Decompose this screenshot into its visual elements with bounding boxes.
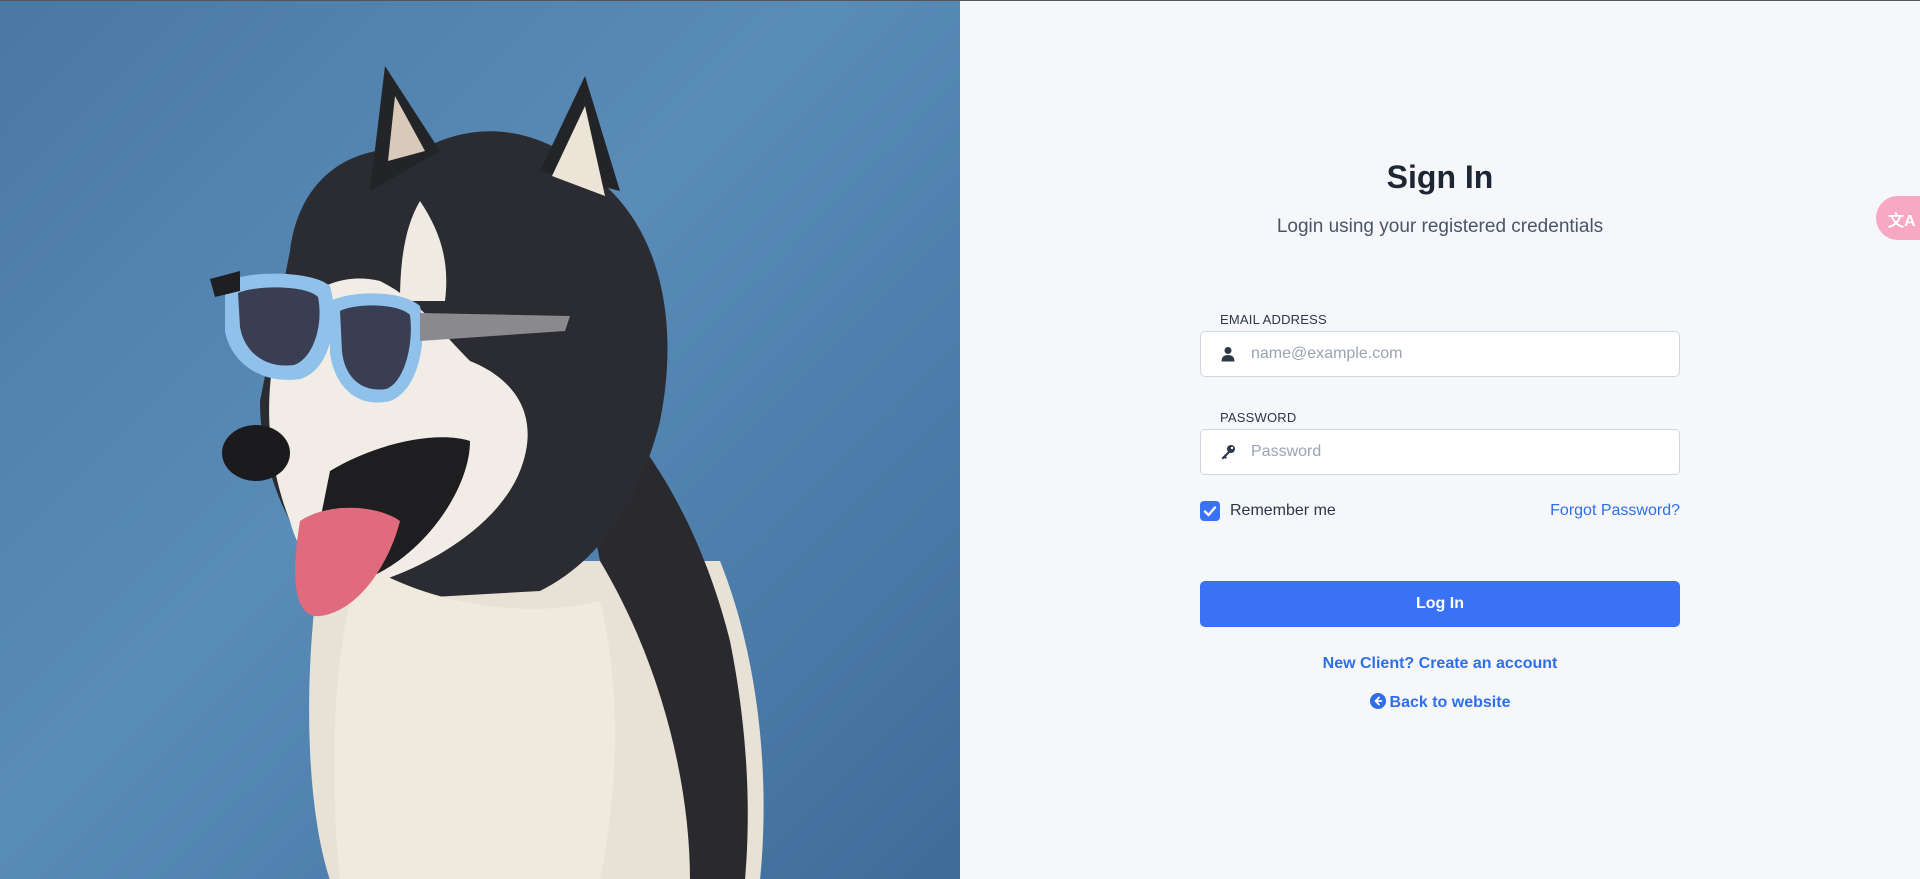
password-label: PASSWORD: [1220, 410, 1297, 425]
remember-checkbox[interactable]: [1200, 501, 1220, 521]
email-field-wrapper: [1200, 331, 1680, 377]
remember-label[interactable]: Remember me: [1230, 502, 1336, 520]
login-form: EMAIL ADDRESS PASSWORD Reme: [1200, 311, 1680, 712]
back-to-website-label: Back to website: [1389, 694, 1511, 711]
user-icon: [1221, 347, 1235, 362]
login-button[interactable]: Log In: [1200, 581, 1680, 627]
translate-icon: 文A: [1888, 213, 1916, 230]
page-title: Sign In: [1386, 159, 1494, 195]
forgot-password-link[interactable]: Forgot Password?: [1550, 502, 1680, 520]
password-field-wrapper: [1200, 429, 1680, 475]
create-account-link[interactable]: New Client? Create an account: [1200, 655, 1680, 673]
password-input[interactable]: [1251, 430, 1661, 474]
arrow-left-circle-icon: [1369, 693, 1386, 709]
back-to-website-link[interactable]: Back to website: [1200, 693, 1680, 712]
translate-widget[interactable]: 文A: [1876, 196, 1920, 240]
key-icon: [1221, 445, 1235, 460]
email-input[interactable]: [1251, 332, 1661, 376]
login-panel: Sign In Login using your registered cred…: [960, 1, 1920, 879]
remember-row: Remember me Forgot Password?: [1200, 499, 1680, 523]
page-subtitle: Login using your registered credentials: [1276, 216, 1604, 237]
husky-illustration: [210, 66, 764, 879]
hero-image: [0, 1, 960, 879]
email-label: EMAIL ADDRESS: [1220, 312, 1327, 327]
checkmark-icon: [1203, 506, 1217, 517]
